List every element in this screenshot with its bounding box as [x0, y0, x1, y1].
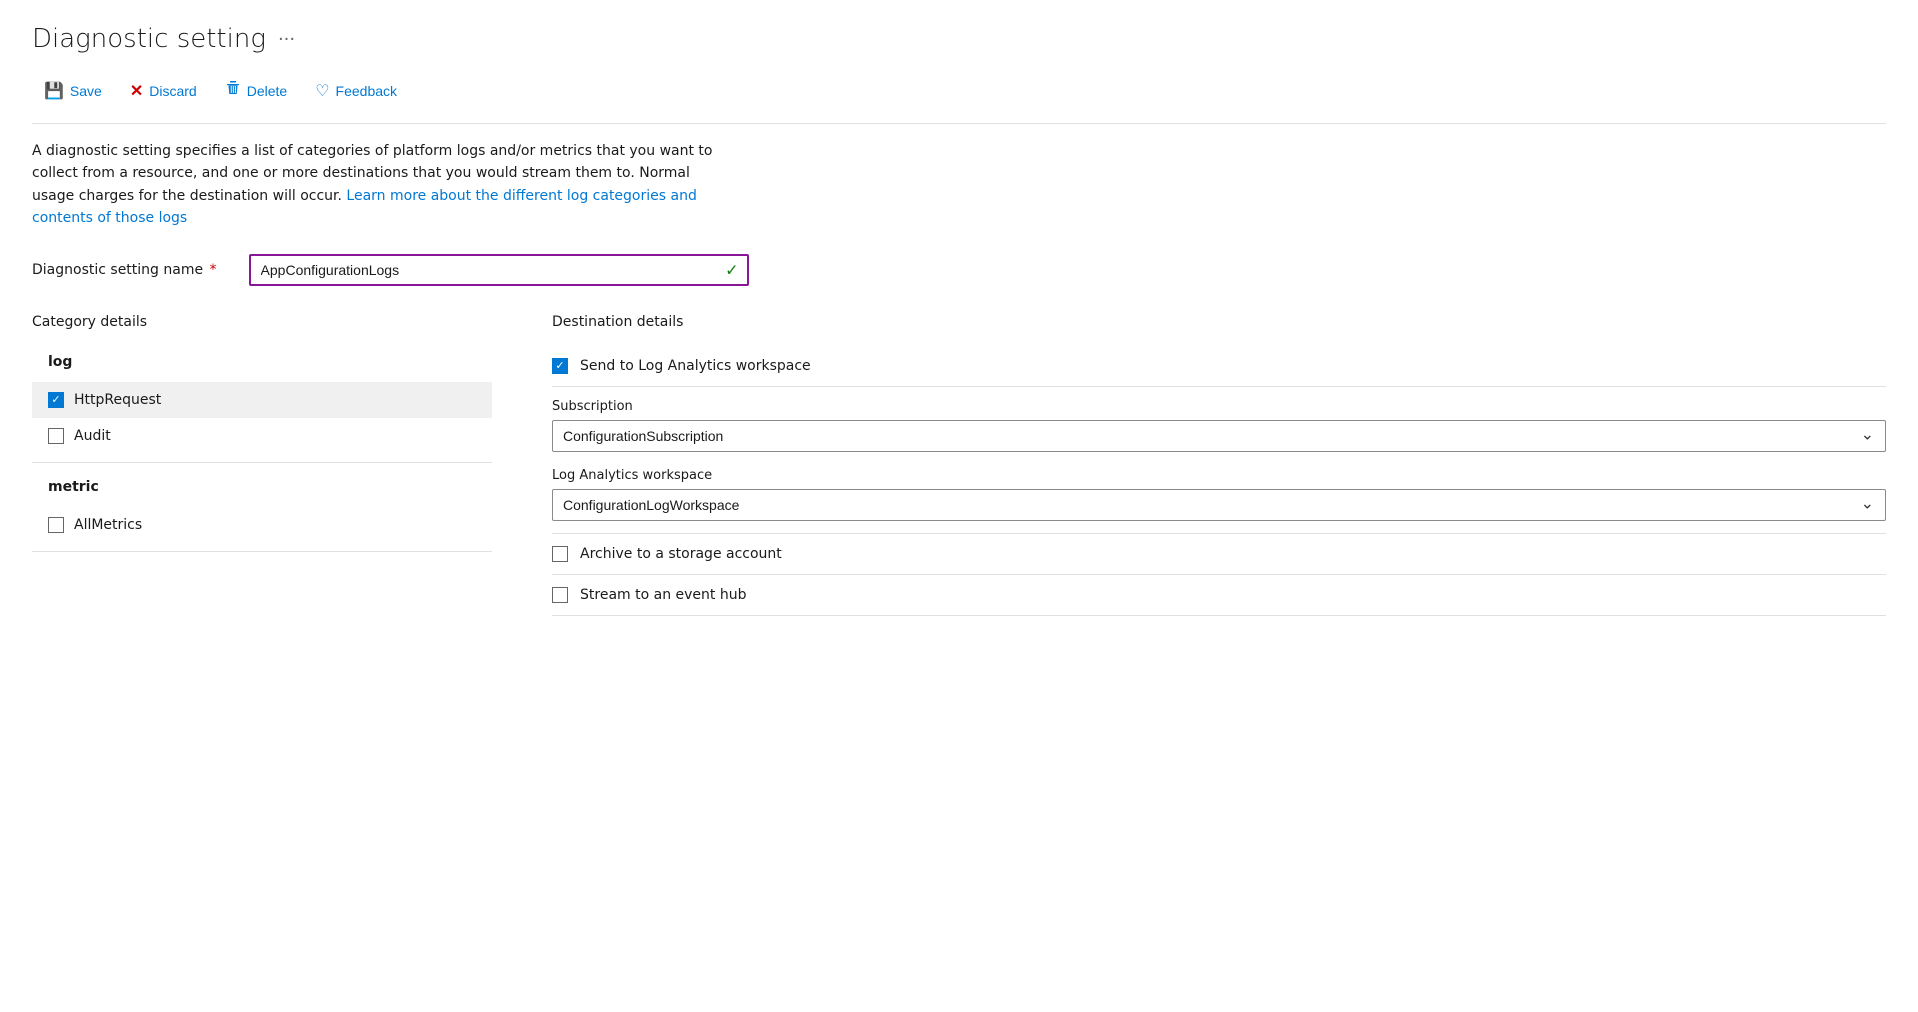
setting-name-input-wrap: ✓: [249, 254, 749, 286]
checkbox-event-hub[interactable]: [552, 587, 568, 603]
checkbox-httprequest[interactable]: [48, 392, 64, 408]
page-title: Diagnostic setting: [32, 24, 266, 54]
input-valid-icon: ✓: [725, 260, 738, 279]
category-label-httprequest: HttpRequest: [74, 392, 161, 408]
feedback-label: Feedback: [336, 83, 397, 99]
checkbox-allmetrics[interactable]: [48, 517, 64, 533]
archive-storage-label: Archive to a storage account: [580, 546, 782, 562]
feedback-button[interactable]: ♡ Feedback: [303, 75, 409, 107]
main-content: Category details log HttpRequest Audit m…: [32, 314, 1886, 616]
subscription-dropdown-wrap: ConfigurationSubscription: [552, 420, 1886, 452]
category-item-httprequest[interactable]: HttpRequest: [32, 382, 492, 418]
setting-name-input[interactable]: [249, 254, 749, 286]
metric-group-label: metric: [32, 471, 492, 503]
log-analytics-workspace-subsection: Log Analytics workspace ConfigurationLog…: [552, 468, 1886, 521]
delete-icon: [225, 80, 241, 101]
destination-details-panel: Destination details Send to Log Analytic…: [552, 314, 1886, 616]
metric-bottom-divider: [32, 551, 492, 552]
page-header: Diagnostic setting ···: [32, 24, 1886, 54]
subscription-dropdown[interactable]: ConfigurationSubscription: [552, 420, 1886, 452]
category-details-panel: Category details log HttpRequest Audit m…: [32, 314, 492, 616]
category-item-audit[interactable]: Audit: [32, 418, 492, 454]
checkbox-audit[interactable]: [48, 428, 64, 444]
delete-button[interactable]: Delete: [213, 74, 299, 107]
category-label-allmetrics: AllMetrics: [74, 517, 142, 533]
category-details-title: Category details: [32, 314, 492, 330]
workspace-dropdown-wrap: ConfigurationLogWorkspace: [552, 489, 1886, 521]
toolbar: 💾 Save ✕ Discard Delete ♡ Feedback: [32, 74, 1886, 124]
destination-log-analytics-row: Send to Log Analytics workspace: [552, 346, 1886, 387]
setting-name-row: Diagnostic setting name * ✓: [32, 254, 1886, 286]
setting-name-label: Diagnostic setting name *: [32, 262, 217, 278]
event-hub-label: Stream to an event hub: [580, 587, 746, 603]
category-item-allmetrics[interactable]: AllMetrics: [32, 507, 492, 543]
workspace-label: Log Analytics workspace: [552, 468, 1886, 483]
required-indicator: *: [210, 262, 217, 278]
discard-button[interactable]: ✕ Discard: [118, 75, 209, 107]
page-title-ellipsis: ···: [278, 29, 295, 50]
delete-label: Delete: [247, 83, 287, 99]
feedback-icon: ♡: [315, 81, 329, 101]
destination-event-hub-row: Stream to an event hub: [552, 575, 1886, 616]
log-analytics-label: Send to Log Analytics workspace: [580, 358, 811, 374]
subscription-label: Subscription: [552, 399, 1886, 414]
checkbox-log-analytics[interactable]: [552, 358, 568, 374]
workspace-dropdown[interactable]: ConfigurationLogWorkspace: [552, 489, 1886, 521]
discard-label: Discard: [149, 83, 196, 99]
save-button[interactable]: 💾 Save: [32, 75, 114, 107]
log-group-label: log: [32, 346, 492, 378]
checkbox-archive-storage[interactable]: [552, 546, 568, 562]
save-icon: 💾: [44, 81, 64, 101]
destination-details-title: Destination details: [552, 314, 1886, 330]
save-label: Save: [70, 83, 102, 99]
description-text: A diagnostic setting specifies a list of…: [32, 140, 732, 230]
subscription-subsection: Subscription ConfigurationSubscription L…: [552, 387, 1886, 534]
discard-icon: ✕: [130, 81, 143, 101]
log-metric-divider: [32, 462, 492, 463]
destination-archive-storage-row: Archive to a storage account: [552, 534, 1886, 575]
category-label-audit: Audit: [74, 428, 111, 444]
